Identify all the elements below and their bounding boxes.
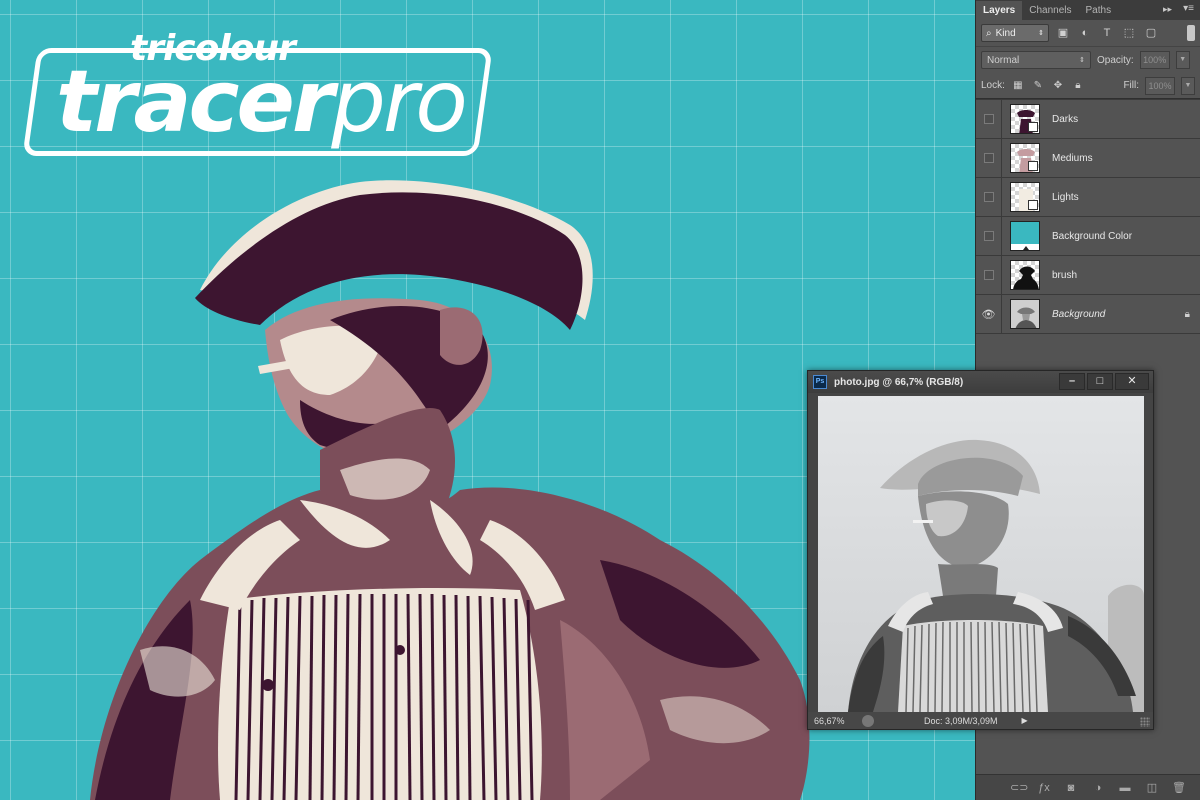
eye-icon: 👁︎: [981, 308, 996, 321]
close-button[interactable]: ✕: [1115, 373, 1149, 390]
panel-tabs: Layers Channels Paths ▸▸ ▾≡: [976, 0, 1200, 20]
background-thumb-art: [1015, 307, 1037, 328]
filter-pixel-icon[interactable]: ▣: [1055, 25, 1071, 41]
layer-row-lights[interactable]: Lights: [976, 177, 1200, 217]
visibility-off-icon: [983, 231, 994, 241]
visibility-toggle[interactable]: [976, 138, 1002, 178]
mask-icon: [1028, 161, 1038, 171]
tab-layers[interactable]: Layers: [976, 1, 1023, 20]
visibility-toggle[interactable]: [976, 177, 1002, 217]
document-title: photo.jpg @ 66,7% (RGB/8): [834, 376, 964, 388]
filter-shape-icon[interactable]: ⬚: [1121, 25, 1137, 41]
fill-label: Fill:: [1123, 80, 1139, 91]
fill-layer-thumb-art: [1011, 244, 1039, 250]
panel-footer: ⊂⊃ ƒx ◙ ◑ ▬ ◫ 🗑︎: [976, 774, 1200, 800]
lock-icon: 🔒︎: [1184, 308, 1190, 320]
blend-mode-value: Normal: [987, 54, 1020, 66]
filter-kind-value: Kind: [995, 27, 1016, 39]
layers-list: Darks Mediums Lights Background Color br…: [976, 99, 1200, 334]
filter-toggle[interactable]: [1187, 25, 1195, 41]
layer-thumbnail: [1010, 260, 1040, 290]
add-mask-icon[interactable]: ◙: [1064, 782, 1078, 794]
new-layer-icon[interactable]: ◫: [1145, 781, 1159, 794]
layer-row-background-color[interactable]: Background Color: [976, 216, 1200, 256]
filter-adjustment-icon[interactable]: ◐: [1077, 25, 1093, 41]
layer-row-darks[interactable]: Darks: [976, 99, 1200, 139]
updown-arrow-icon: ⇕: [1079, 57, 1085, 64]
fx-icon[interactable]: ƒx: [1037, 782, 1051, 794]
layer-thumbnail: [1010, 104, 1040, 134]
status-menu-arrow-icon[interactable]: ▶: [1022, 716, 1028, 725]
lock-label: Lock:: [981, 80, 1005, 91]
layer-name: Darks: [1052, 113, 1079, 125]
layer-filter-row: ⌕ Kind ⇕ ▣ ◐ T ⬚ ▢: [976, 20, 1200, 47]
visibility-toggle[interactable]: [976, 99, 1002, 139]
layer-name: Mediums: [1052, 152, 1093, 164]
mask-icon: [1028, 122, 1038, 132]
visibility-off-icon: [983, 153, 994, 163]
lock-image-icon[interactable]: ✎: [1031, 79, 1045, 93]
document-canvas[interactable]: [818, 396, 1144, 712]
trash-icon[interactable]: 🗑︎: [1172, 781, 1186, 794]
brush-thumb-art: [1013, 266, 1039, 289]
new-group-icon[interactable]: ▬: [1118, 782, 1132, 794]
opacity-dropdown[interactable]: ▼: [1175, 51, 1190, 69]
lock-position-icon[interactable]: ✥: [1051, 79, 1065, 93]
layer-thumbnail: [1010, 143, 1040, 173]
layer-row-background[interactable]: 👁︎ Background 🔒︎: [976, 294, 1200, 334]
visibility-off-icon: [983, 114, 994, 124]
zoom-level[interactable]: 66,67%: [814, 716, 854, 726]
panel-menu-icon[interactable]: ▾≡: [1183, 3, 1194, 14]
document-titlebar[interactable]: Ps photo.jpg @ 66,7% (RGB/8) – □ ✕: [808, 371, 1153, 393]
opacity-label: Opacity:: [1097, 54, 1134, 66]
layer-thumbnail: [1010, 221, 1040, 251]
layer-row-brush[interactable]: brush: [976, 255, 1200, 295]
fill-dropdown[interactable]: ▼: [1181, 76, 1195, 95]
status-bar: 66,67% Doc: 3,09M/3,09M ▶: [808, 712, 1153, 729]
layer-row-mediums[interactable]: Mediums: [976, 138, 1200, 178]
layer-thumbnail: [1010, 299, 1040, 329]
lock-row: Lock: ▦ ✎ ✥ 🔒︎ Fill: 100% ▼: [976, 73, 1200, 99]
link-layers-icon[interactable]: ⊂⊃: [1010, 781, 1028, 794]
visibility-off-icon: [983, 192, 994, 202]
layer-thumbnail: [1010, 182, 1040, 212]
adjustment-layer-icon[interactable]: ◑: [1091, 782, 1105, 794]
tab-channels[interactable]: Channels: [1022, 1, 1078, 20]
collapse-panel-icon[interactable]: ▸▸: [1163, 4, 1172, 15]
layer-name: Lights: [1052, 191, 1079, 203]
filter-type-icon[interactable]: T: [1099, 25, 1115, 41]
visibility-off-icon: [983, 270, 994, 280]
layer-name: Background: [1052, 308, 1106, 320]
filter-smartobject-icon[interactable]: ▢: [1143, 25, 1159, 41]
visibility-toggle[interactable]: [976, 216, 1002, 256]
blend-row: Normal ⇕ Opacity: 100% ▼: [976, 47, 1200, 73]
filter-kind-select[interactable]: ⌕ Kind ⇕: [981, 24, 1049, 42]
tab-paths[interactable]: Paths: [1079, 1, 1119, 20]
mask-icon: [1028, 200, 1038, 210]
layer-name: Background Color: [1052, 230, 1133, 242]
resize-grip-icon[interactable]: [1140, 717, 1150, 727]
photo-preview: [818, 396, 1144, 712]
status-info-icon[interactable]: [862, 714, 874, 727]
maximize-button[interactable]: □: [1087, 373, 1113, 390]
opacity-field[interactable]: 100%: [1139, 51, 1170, 69]
document-window[interactable]: Ps photo.jpg @ 66,7% (RGB/8) – □ ✕ 66,67…: [807, 370, 1154, 730]
doc-size-info[interactable]: Doc: 3,09M/3,09M: [924, 716, 998, 726]
minimize-button[interactable]: –: [1059, 373, 1085, 390]
lock-all-icon[interactable]: 🔒︎: [1071, 79, 1085, 93]
lock-transparent-icon[interactable]: ▦: [1011, 79, 1025, 93]
fill-field[interactable]: 100%: [1145, 76, 1175, 95]
blend-mode-select[interactable]: Normal ⇕: [981, 51, 1091, 69]
updown-arrow-icon: ⇕: [1038, 30, 1044, 37]
visibility-toggle[interactable]: 👁︎: [976, 294, 1002, 334]
photoshop-icon: Ps: [813, 375, 827, 389]
window-controls: – □ ✕: [1059, 373, 1149, 390]
layer-name: brush: [1052, 269, 1078, 281]
visibility-toggle[interactable]: [976, 255, 1002, 295]
search-icon: ⌕: [986, 27, 992, 39]
